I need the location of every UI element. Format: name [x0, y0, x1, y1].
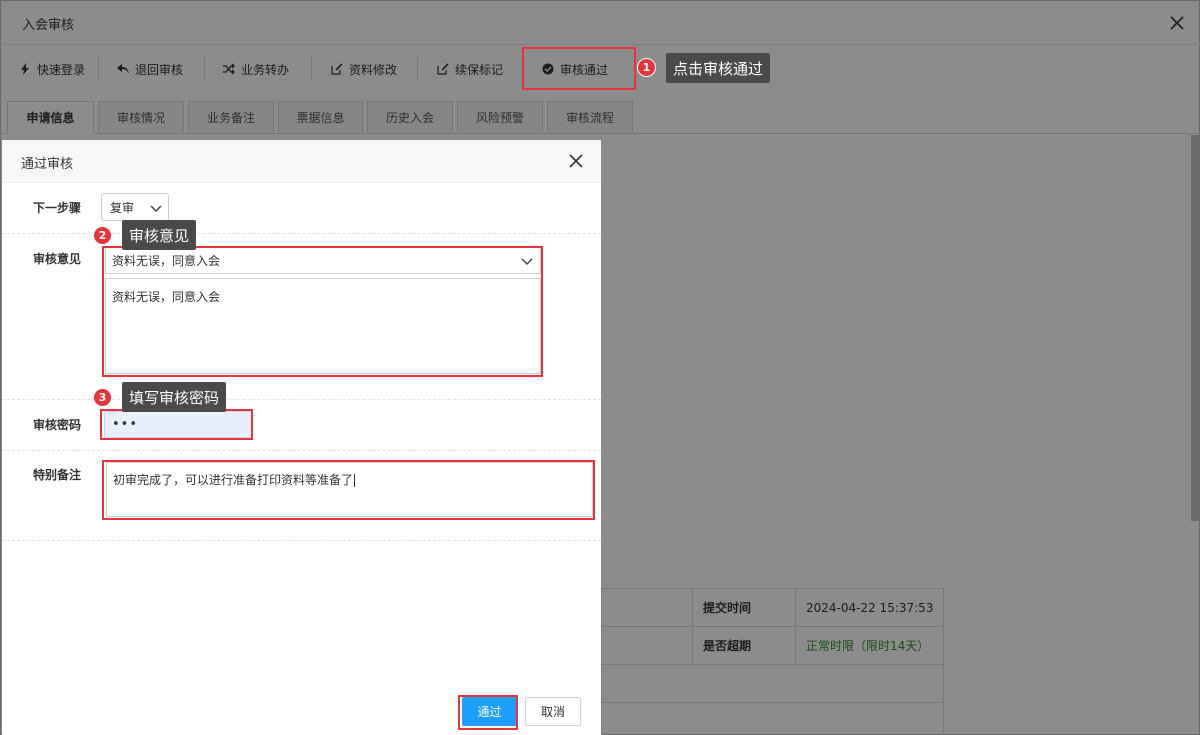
row-divider [2, 540, 601, 541]
row-divider [2, 233, 601, 234]
highlight-note [102, 460, 595, 520]
row-divider [2, 399, 601, 400]
opinion-label: 审核意见 [33, 252, 82, 266]
password-label: 审核密码 [33, 418, 82, 432]
step-badge-1: 1 [637, 58, 656, 77]
next-step-select[interactable]: 复审 [101, 193, 169, 221]
step-badge-3: 3 [93, 388, 112, 407]
next-step-value: 复审 [110, 200, 135, 215]
highlight-approve-toolbar [522, 47, 636, 90]
next-step-label: 下一步骤 [33, 201, 82, 215]
note-label: 特别备注 [33, 468, 82, 482]
step-tip-3: 填写审核密码 [122, 382, 227, 412]
highlight-password [100, 409, 253, 440]
highlight-opinion [102, 246, 543, 377]
step-badge-2: 2 [93, 226, 112, 245]
dialog-header: 通过审核 [2, 140, 601, 183]
dialog-title: 通过审核 [21, 157, 74, 172]
step-tip-2: 审核意见 [122, 220, 197, 250]
row-divider [2, 450, 601, 451]
step-tip-1: 点击审核通过 [666, 53, 771, 83]
cancel-button[interactable]: 取消 [525, 697, 581, 726]
chevron-down-icon [150, 205, 162, 213]
approve-dialog: 通过审核 下一步骤 复审 审核意见 资料无误，同意入会 资料无误，同意入会 审核… [2, 140, 601, 735]
highlight-approve-button [458, 695, 518, 730]
close-icon[interactable] [568, 153, 584, 169]
